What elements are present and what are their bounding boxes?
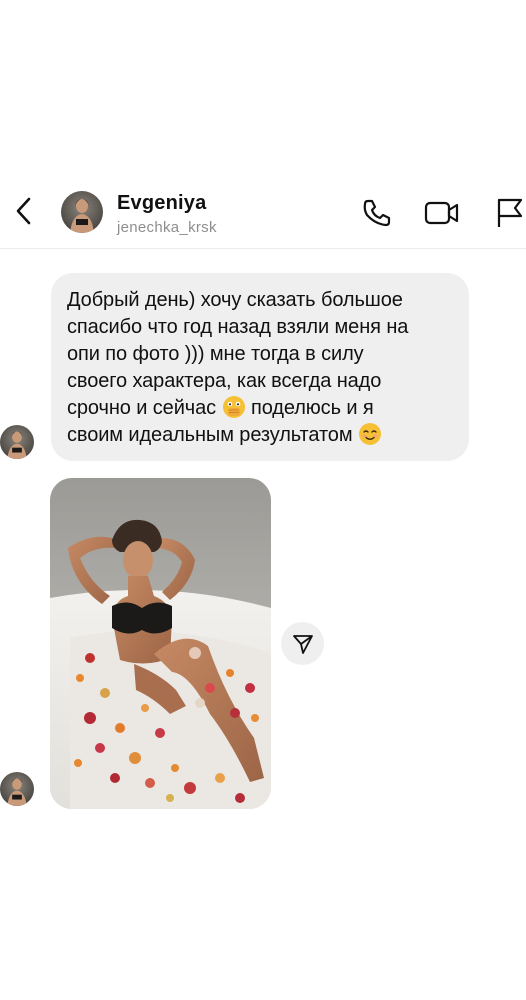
- avatar-photo: [0, 425, 34, 459]
- avatar-photo: [0, 772, 34, 806]
- message-line: опи по фото ))) мне тогда в силу: [67, 343, 364, 365]
- dm-thread-screen: Evgeniya jenechka_krsk Добрый день) хочу…: [0, 0, 526, 1000]
- message-text: срочно и сейчас: [67, 397, 217, 419]
- message-line: Добрый день) хочу сказать большое: [67, 289, 403, 311]
- share-button[interactable]: [281, 622, 324, 665]
- chevron-left-icon: [16, 197, 31, 225]
- message-text: поделюсь и я: [250, 397, 374, 419]
- back-button[interactable]: [8, 193, 38, 229]
- message-text: своим идеальным результатом: [67, 424, 353, 446]
- message-line: срочно и сейчас поделюсь и я: [67, 395, 455, 422]
- contact-name[interactable]: Evgeniya: [117, 192, 206, 215]
- avatar[interactable]: [61, 191, 103, 233]
- phone-icon: [363, 199, 391, 227]
- message-line: своего характера, как всегда надо: [67, 370, 382, 392]
- chat-header: Evgeniya jenechka_krsk: [0, 178, 526, 249]
- message-bubble[interactable]: Добрый день) хочу сказать большое спасиб…: [51, 273, 469, 461]
- message-line: спасибо что год назад взяли меня на: [67, 316, 409, 338]
- video-camera-icon: [424, 201, 459, 225]
- avatar-photo: [61, 191, 103, 233]
- contact-username[interactable]: jenechka_krsk: [117, 219, 217, 236]
- sender-avatar[interactable]: [0, 772, 34, 806]
- hand-over-mouth-emoji-icon: [222, 395, 246, 419]
- photo-message[interactable]: [50, 478, 271, 809]
- sender-avatar[interactable]: [0, 425, 34, 459]
- share-send-icon: [292, 634, 313, 654]
- message-line: своим идеальным результатом: [67, 422, 455, 449]
- call-button[interactable]: [359, 195, 395, 231]
- report-button[interactable]: [490, 195, 526, 231]
- smiling-face-emoji-icon: [358, 422, 382, 446]
- bath-photo: [50, 478, 271, 809]
- flag-icon: [497, 198, 523, 227]
- video-call-button[interactable]: [424, 195, 460, 231]
